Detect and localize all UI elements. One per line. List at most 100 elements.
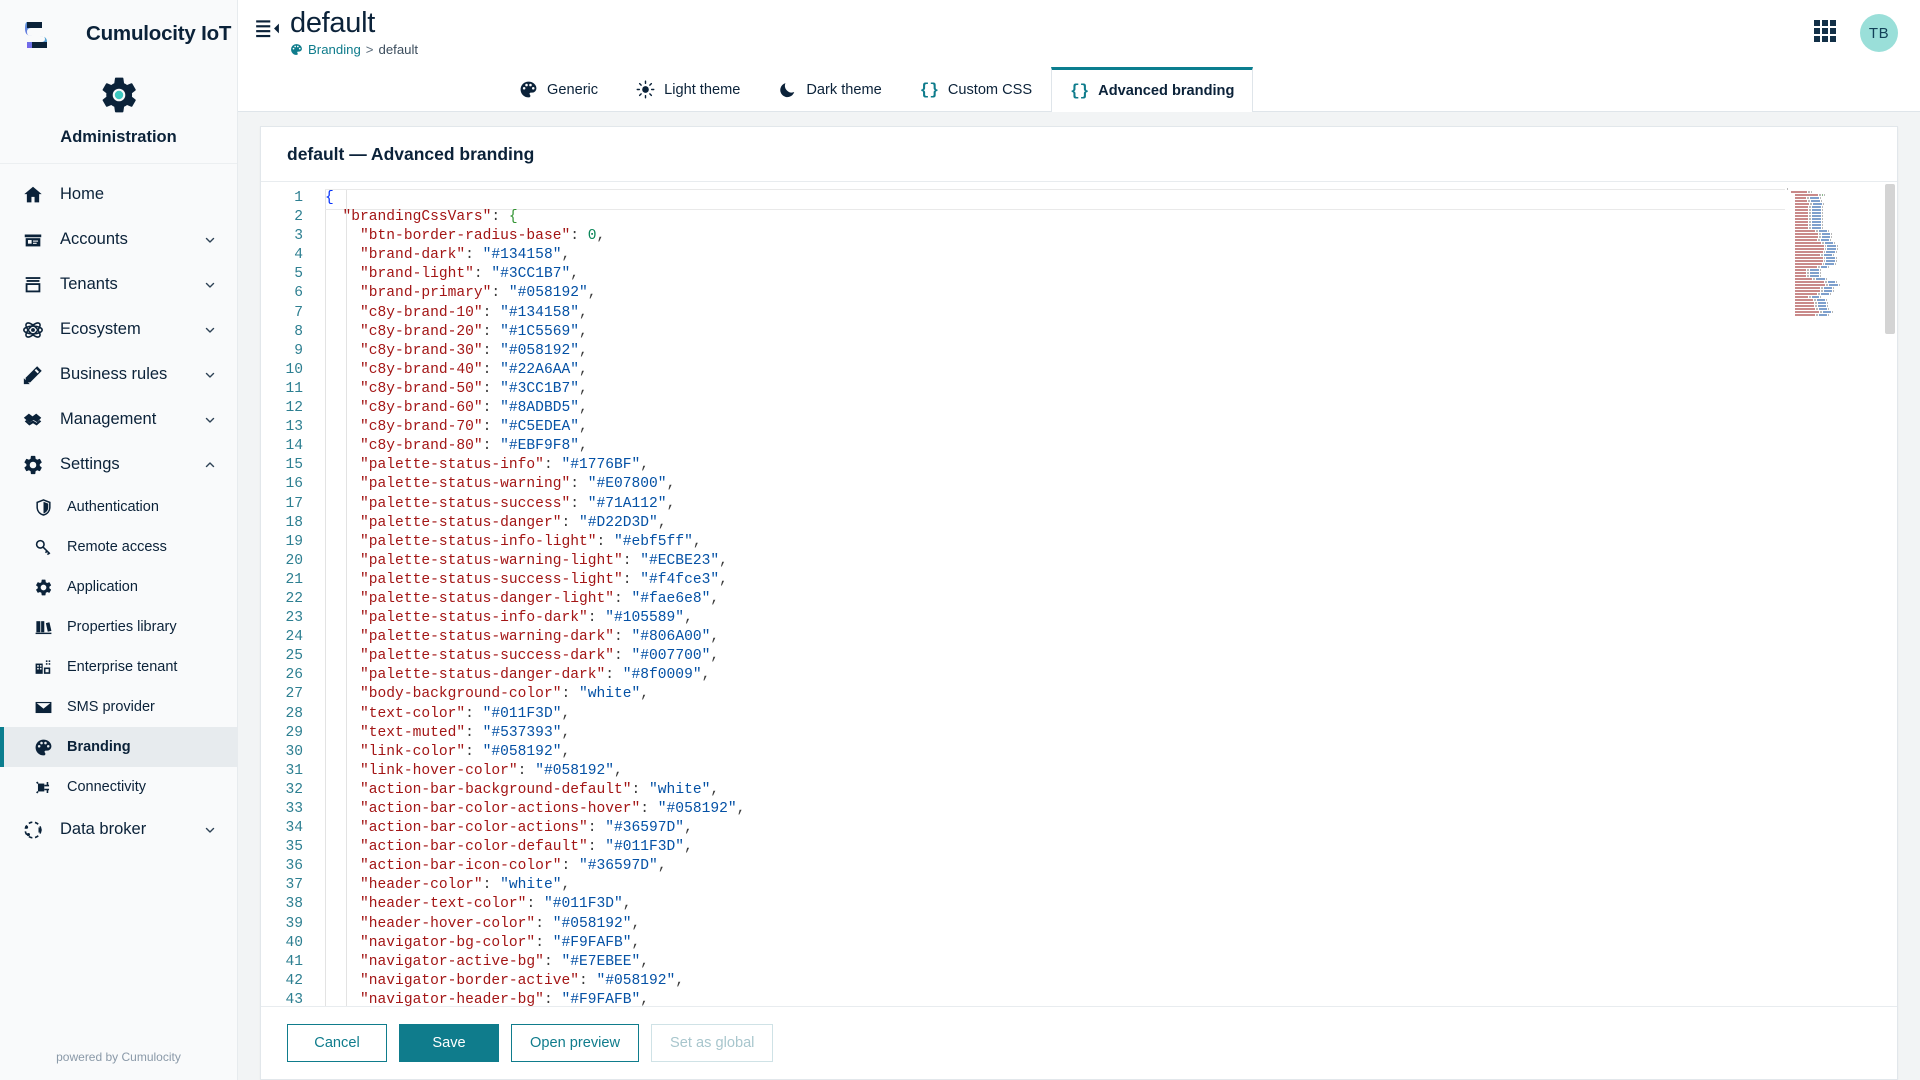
home-icon <box>22 184 44 206</box>
sidebar-item-sms-provider[interactable]: SMS provider <box>0 687 237 727</box>
code-line[interactable]: "text-color": "#011F3D", <box>325 705 1785 724</box>
code-line[interactable]: "link-color": "#058192", <box>325 743 1785 762</box>
code-line[interactable]: "c8y-brand-60": "#8ADBD5", <box>325 399 1785 418</box>
code-line[interactable]: "btn-border-radius-base": 0, <box>325 227 1785 246</box>
tab-custom-css[interactable]: {} Custom CSS <box>901 67 1051 111</box>
sidebar-item-data-broker[interactable]: Data broker <box>0 807 237 852</box>
open-preview-button[interactable]: Open preview <box>511 1024 640 1062</box>
sidebar-item-management[interactable]: Management <box>0 397 237 442</box>
code-line[interactable]: "brandingCssVars": { <box>325 208 1785 227</box>
sidebar-item-authentication[interactable]: Authentication <box>0 487 237 527</box>
code-line[interactable]: "action-bar-color-default": "#011F3D", <box>325 838 1785 857</box>
chevron-down-icon[interactable] <box>203 233 217 247</box>
editor-minimap[interactable] <box>1785 182 1897 1006</box>
code-line[interactable]: "action-bar-color-actions-hover": "#0581… <box>325 800 1785 819</box>
code-line[interactable]: "brand-dark": "#134158", <box>325 246 1785 265</box>
key-icon <box>34 538 53 557</box>
line-number: 4 <box>294 247 303 264</box>
code-line[interactable]: "link-hover-color": "#058192", <box>325 762 1785 781</box>
code-line[interactable]: "c8y-brand-70": "#C5EDEA", <box>325 418 1785 437</box>
top-bar-actions: TB <box>1812 8 1898 52</box>
sidebar-item-enterprise-tenant[interactable]: Enterprise tenant <box>0 647 237 687</box>
code-line[interactable]: "c8y-brand-40": "#22A6AA", <box>325 361 1785 380</box>
code-line[interactable]: "c8y-brand-30": "#058192", <box>325 342 1785 361</box>
code-line[interactable]: "header-hover-color": "#058192", <box>325 915 1785 934</box>
code-line[interactable]: "navigator-active-bg": "#E7EBEE", <box>325 953 1785 972</box>
code-line[interactable]: "action-bar-background-default": "white"… <box>325 781 1785 800</box>
chevron-down-icon[interactable] <box>203 323 217 337</box>
code-line[interactable]: "navigator-bg-color": "#F9FAFB", <box>325 934 1785 953</box>
sidebar-item-label: Remote access <box>67 539 167 555</box>
code-line[interactable]: "palette-status-danger": "#D22D3D", <box>325 514 1785 533</box>
line-number: 37 <box>285 877 303 894</box>
brand-header[interactable]: Cumulocity IoT <box>0 0 237 68</box>
code-line[interactable]: "palette-status-warning": "#E07800", <box>325 475 1785 494</box>
tab-dark-theme[interactable]: Dark theme <box>759 67 900 111</box>
code-line[interactable]: "palette-status-success-light": "#f4fce3… <box>325 571 1785 590</box>
chevron-down-icon[interactable] <box>203 823 217 837</box>
code-line[interactable]: "c8y-brand-50": "#3CC1B7", <box>325 380 1785 399</box>
code-line[interactable]: "action-bar-color-actions": "#36597D", <box>325 819 1785 838</box>
code-line[interactable]: "navigator-border-active": "#058192", <box>325 972 1785 991</box>
code-line[interactable]: "header-text-color": "#011F3D", <box>325 895 1785 914</box>
plug-icon <box>34 778 53 797</box>
line-number: 17 <box>285 495 303 512</box>
code-line[interactable]: "brand-light": "#3CC1B7", <box>325 265 1785 284</box>
scrollbar-thumb[interactable] <box>1885 184 1895 334</box>
code-line[interactable]: "text-muted": "#537393", <box>325 724 1785 743</box>
code-line[interactable]: "palette-status-info": "#1776BF", <box>325 456 1785 475</box>
sidebar-item-home[interactable]: Home <box>0 172 237 217</box>
code-line[interactable]: "palette-status-info-dark": "#105589", <box>325 609 1785 628</box>
line-number: 11 <box>285 380 303 397</box>
cancel-button[interactable]: Cancel <box>287 1024 387 1062</box>
app-switcher-grid-icon[interactable] <box>1812 18 1838 49</box>
chevron-up-icon[interactable] <box>203 458 217 472</box>
breadcrumb-root-link[interactable]: Branding <box>308 42 361 57</box>
code-line[interactable]: { <box>325 189 1785 211</box>
code-line[interactable]: "brand-primary": "#058192", <box>325 284 1785 303</box>
code-line[interactable]: "palette-status-warning-light": "#ECBE23… <box>325 552 1785 571</box>
tab-bar: Generic Light theme Dark theme {} Custom CSS… <box>238 67 1920 112</box>
code-line[interactable]: "c8y-brand-80": "#EBF9F8", <box>325 437 1785 456</box>
tab-light-theme[interactable]: Light theme <box>617 67 759 111</box>
code-line[interactable]: "palette-status-warning-dark": "#806A00"… <box>325 628 1785 647</box>
save-button[interactable]: Save <box>399 1024 499 1062</box>
sidebar-item-connectivity[interactable]: Connectivity <box>0 767 237 807</box>
code-line[interactable]: "palette-status-danger-light": "#fae6e8"… <box>325 590 1785 609</box>
user-avatar[interactable]: TB <box>1860 14 1898 52</box>
code-line[interactable]: "palette-status-success-dark": "#007700"… <box>325 647 1785 666</box>
code-line[interactable]: "header-color": "white", <box>325 876 1785 895</box>
line-number: 34 <box>285 820 303 837</box>
sidebar-item-application[interactable]: Application <box>0 567 237 607</box>
sidebar-item-accounts[interactable]: Accounts <box>0 217 237 262</box>
code-line[interactable]: "action-bar-icon-color": "#36597D", <box>325 857 1785 876</box>
code-line[interactable]: "navigator-header-bg": "#F9FAFB", <box>325 991 1785 1006</box>
editor-vertical-scrollbar[interactable] <box>1883 182 1897 1006</box>
sidebar-item-ecosystem[interactable]: Ecosystem <box>0 307 237 352</box>
chevron-down-icon[interactable] <box>203 278 217 292</box>
tab-generic[interactable]: Generic <box>500 67 617 111</box>
sidebar-item-branding[interactable]: Branding <box>0 727 237 767</box>
code-line[interactable]: "c8y-brand-20": "#1C5569", <box>325 323 1785 342</box>
editor-body[interactable]: 1 2 3 4 5 6 7 8 9 10 11 12 13 14 15 16 17 18 19 20 21 22 23 24 2… <box>261 182 1785 1006</box>
application-root: Cumulocity IoT Administration Home Accoun… <box>0 0 1920 1080</box>
code-content[interactable]: { "brandingCssVars": { "btn-border-radiu… <box>325 182 1785 1006</box>
sidebar-item-tenants[interactable]: Tenants <box>0 262 237 307</box>
tab-advanced-branding[interactable]: {} Advanced branding <box>1051 67 1254 112</box>
chevron-down-icon[interactable] <box>203 413 217 427</box>
code-line[interactable]: "palette-status-success": "#71A112", <box>325 495 1785 514</box>
collapse-navigator-icon[interactable] <box>254 16 280 42</box>
code-line[interactable]: "palette-status-info-light": "#ebf5ff", <box>325 533 1785 552</box>
code-line[interactable]: "c8y-brand-10": "#134158", <box>325 304 1785 323</box>
line-number: 8 <box>294 323 303 340</box>
sidebar-item-remote-access[interactable]: Remote access <box>0 527 237 567</box>
code-line[interactable]: "body-background-color": "white", <box>325 685 1785 704</box>
fold-gutter[interactable] <box>311 182 325 1006</box>
enterprise-icon <box>34 658 53 677</box>
code-editor[interactable]: 1 2 3 4 5 6 7 8 9 10 11 12 13 14 15 16 17 18 19 20 21 22 23 24 2… <box>261 182 1897 1006</box>
code-line[interactable]: "palette-status-danger-dark": "#8f0009", <box>325 666 1785 685</box>
sidebar-item-business-rules[interactable]: Business rules <box>0 352 237 397</box>
chevron-down-icon[interactable] <box>203 368 217 382</box>
sidebar-item-settings[interactable]: Settings <box>0 442 237 487</box>
sidebar-item-properties-library[interactable]: Properties library <box>0 607 237 647</box>
